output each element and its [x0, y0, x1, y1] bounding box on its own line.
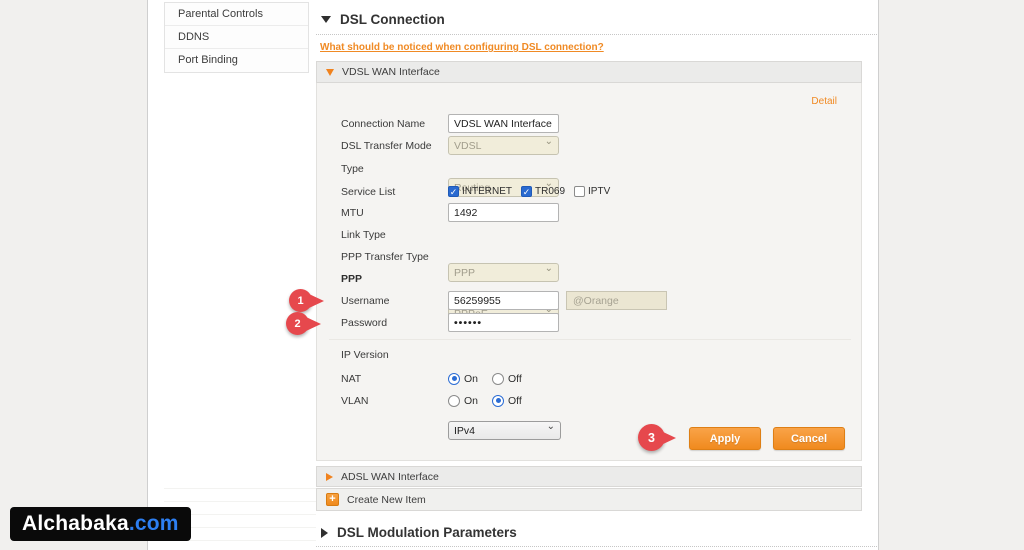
ppp-section-label: PPP — [341, 272, 363, 285]
username-input[interactable]: 56259955 — [448, 291, 559, 310]
divider — [316, 546, 877, 547]
mtu-label: MTU — [341, 206, 364, 219]
vlan-on-radio[interactable]: On — [448, 394, 479, 407]
service-list-group: ✓ INTERNET ✓ TR069 IPTV — [448, 182, 610, 201]
checkbox-label: IPTV — [588, 186, 611, 197]
chevron-down-icon: ⌄ — [544, 263, 553, 274]
radio-label: Off — [508, 372, 522, 385]
vlan-label: VLAN — [341, 394, 369, 407]
collapsed-arrow-icon — [321, 527, 328, 538]
ip-version-value: IPv4 — [454, 424, 476, 437]
nat-off-radio[interactable]: Off — [492, 372, 522, 385]
vdsl-settings-panel: Detail Connection Name VDSL WAN Interfac… — [316, 83, 862, 461]
divider — [329, 339, 851, 340]
vlan-off-radio[interactable]: Off — [492, 394, 522, 407]
password-label: Password — [341, 316, 388, 329]
type-label: Type — [341, 162, 364, 175]
service-list-label: Service List — [341, 185, 396, 198]
checkbox-checked-icon: ✓ — [521, 186, 532, 197]
adsl-wan-interface-bar[interactable]: ADSL WAN Interface — [316, 466, 862, 487]
ppp-transfer-type-label: PPP Transfer Type — [341, 250, 429, 263]
radio-label: On — [464, 372, 479, 385]
mtu-input[interactable]: 1492 — [448, 203, 559, 222]
divider — [316, 34, 877, 35]
create-new-item-label: Create New Item — [347, 493, 426, 506]
sidebar-item-ddns[interactable]: DDNS — [165, 26, 308, 49]
radio-unselected-icon — [492, 372, 505, 385]
radio-selected-icon — [492, 394, 505, 407]
checkbox-checked-icon: ✓ — [448, 186, 459, 197]
link-type-select[interactable]: PPP ⌄ — [448, 263, 559, 282]
dsl-modulation-parameters-header[interactable]: DSL Modulation Parameters — [321, 525, 517, 540]
checkbox-label: TR069 — [535, 186, 566, 197]
logo-site-name: Alchabaka — [22, 512, 129, 535]
sidebar-menu: Parental Controls DDNS Port Binding — [164, 2, 309, 73]
ip-version-label: IP Version — [341, 348, 389, 361]
right-gutter — [878, 0, 1024, 550]
section-title: DSL Connection — [340, 12, 445, 27]
cancel-button[interactable]: Cancel — [773, 427, 845, 450]
vdsl-bar-label: VDSL WAN Interface — [342, 66, 440, 78]
username-label: Username — [341, 294, 390, 307]
section-title: DSL Modulation Parameters — [337, 525, 517, 540]
ip-version-select[interactable]: IPv4 ⌄ — [448, 421, 561, 440]
dsl-connection-header[interactable]: DSL Connection — [321, 12, 445, 27]
radio-selected-icon — [448, 372, 460, 385]
checkbox-unchecked-icon — [574, 186, 586, 197]
nat-label: NAT — [341, 372, 362, 385]
checkbox-label: INTERNET — [462, 186, 512, 197]
chevron-down-icon: ⌄ — [544, 136, 553, 147]
collapsed-arrow-icon — [326, 472, 333, 481]
link-type-label: Link Type — [341, 228, 386, 241]
password-input[interactable]: •••••• — [448, 313, 559, 332]
router-settings-page: Parental Controls DDNS Port Binding DSL … — [0, 0, 1024, 550]
vlan-radio-group: On Off — [448, 393, 522, 408]
checkbox-tr069[interactable]: ✓ TR069 — [521, 186, 565, 197]
left-gutter — [0, 0, 148, 550]
plus-icon: + — [326, 493, 339, 506]
adsl-bar-label: ADSL WAN Interface — [341, 470, 439, 483]
step-3-annotation-badge: 3 — [638, 424, 665, 451]
sidebar-item-parental-controls[interactable]: Parental Controls — [165, 3, 308, 26]
create-new-item-bar[interactable]: + Create New Item — [316, 488, 862, 511]
connection-name-input[interactable]: VDSL WAN Interface — [448, 114, 559, 133]
dsl-help-link[interactable]: What should be noticed when configuring … — [320, 42, 604, 53]
link-type-value: PPP — [454, 266, 476, 279]
connection-name-label: Connection Name — [341, 117, 426, 130]
alchabaka-watermark-logo: Alchabaka .com — [10, 507, 191, 541]
sidebar-item-port-binding[interactable]: Port Binding — [165, 49, 308, 72]
checkbox-internet[interactable]: ✓ INTERNET — [448, 186, 512, 197]
step-2-annotation-badge: 2 — [286, 312, 309, 335]
radio-label: Off — [508, 394, 522, 407]
nat-radio-group: On Off — [448, 371, 522, 386]
username-suffix-field: @Orange — [566, 291, 667, 310]
collapse-arrow-icon — [321, 16, 331, 23]
expand-arrow-icon — [326, 68, 334, 76]
chevron-down-icon: ⌄ — [546, 421, 555, 432]
apply-button[interactable]: Apply — [689, 427, 761, 450]
dsl-transfer-mode-label: DSL Transfer Mode — [341, 139, 432, 152]
checkbox-iptv[interactable]: IPTV — [574, 186, 610, 197]
radio-label: On — [464, 394, 479, 407]
dsl-transfer-mode-select[interactable]: VDSL ⌄ — [448, 136, 559, 155]
radio-unselected-icon — [448, 394, 460, 407]
dsl-transfer-mode-value: VDSL — [454, 139, 482, 152]
step-1-annotation-badge: 1 — [289, 289, 312, 312]
logo-tld: .com — [128, 512, 179, 535]
vdsl-wan-interface-bar[interactable]: VDSL WAN Interface — [316, 61, 862, 83]
detail-link[interactable]: Detail — [811, 96, 837, 107]
nat-on-radio[interactable]: On — [448, 372, 479, 385]
